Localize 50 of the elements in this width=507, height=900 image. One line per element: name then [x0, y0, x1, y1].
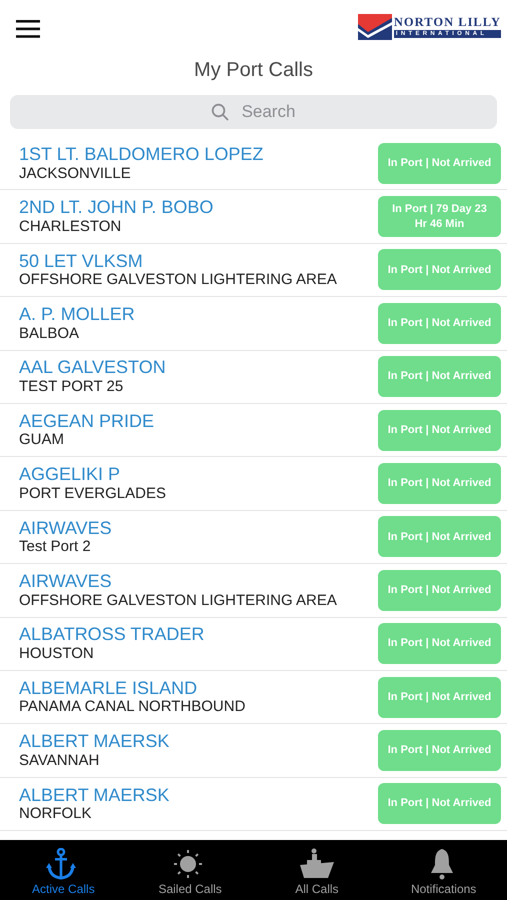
vessel-name[interactable]: ALBERT MAERSK — [19, 784, 170, 806]
status-badge: In Port | Not Arrived — [378, 142, 501, 184]
port-name: BALBOA — [19, 324, 80, 343]
status-badge: In Port | Not Arrived — [378, 516, 501, 558]
status-badge: In Port | Not Arrived — [378, 676, 501, 718]
vessel-name[interactable]: AIRWAVES — [19, 570, 337, 592]
port-name: PORT EVERGLADES — [19, 484, 166, 503]
vessel-name[interactable]: AGGELIKI P — [19, 464, 166, 485]
tab-button[interactable]: Notifications — [380, 840, 507, 900]
status-badge: In Port | Not Arrived — [378, 249, 501, 290]
tab-button[interactable]: Sailed Calls — [126, 840, 254, 900]
port-name: Test Port 2 — [19, 538, 92, 556]
status-badge: In Port | Not Arrived — [378, 302, 501, 344]
status-badge: In Port | Not Arrived — [378, 356, 501, 398]
status-badge: In Port | 79 Day 23 Hr 46 Min — [378, 196, 501, 238]
status-badge: In Port | Not Arrived — [378, 730, 501, 771]
vessel-name[interactable]: ALBERT MAERSK — [19, 731, 170, 752]
status-badge: In Port | Not Arrived — [378, 623, 501, 664]
tab-button[interactable]: Active Calls — [0, 840, 127, 900]
vessel-name[interactable]: AIRWAVES — [19, 518, 112, 538]
port-name: TEST PORT 25 — [19, 378, 124, 396]
logo-name: NORTON LILLY — [394, 16, 501, 30]
menu-button[interactable] — [16, 17, 40, 37]
vessel-name[interactable]: 50 LET VLKSM — [19, 250, 337, 272]
port-name: GUAM — [19, 431, 65, 450]
status-badge: In Port | Not Arrived — [378, 410, 501, 451]
tab-button[interactable]: All Calls — [254, 840, 380, 900]
logo-flag-icon — [358, 14, 392, 40]
port-name: NORFOLK — [19, 805, 93, 824]
ship-icon — [300, 848, 334, 880]
port-name: CHARLESTON — [19, 218, 122, 236]
status-badge: In Port | Not Arrived — [378, 463, 501, 504]
menu-icon — [16, 20, 40, 38]
search-field[interactable]: Search — [10, 95, 497, 129]
port-name: OFFSHORE GALVESTON LIGHTERING AREA — [19, 592, 337, 610]
vessel-name[interactable]: A. P. MOLLER — [19, 304, 135, 325]
vessel-name[interactable]: 2ND LT. JOHN P. BOBO — [19, 197, 214, 218]
vessel-name[interactable]: ALBEMARLE ISLAND — [19, 678, 246, 698]
port-name: OFFSHORE GALVESTON LIGHTERING AREA — [19, 271, 337, 290]
status-badge: In Port | Not Arrived — [378, 783, 501, 824]
port-name: JACKSONVILLE — [19, 164, 132, 183]
page-title: My Port Calls — [193, 58, 314, 83]
status-badge: In Port | Not Arrived — [378, 570, 501, 611]
vessel-name[interactable]: AAL GALVESTON — [19, 357, 166, 378]
vessel-name[interactable]: 1ST LT. BALDOMERO LOPEZ — [19, 144, 264, 165]
vessel-name[interactable]: ALBATROSS TRADER — [19, 624, 204, 646]
vessel-name[interactable]: AEGEAN PRIDE — [19, 410, 154, 432]
port-name: HOUSTON — [19, 645, 95, 664]
port-name: SAVANNAH — [19, 752, 100, 770]
port-name: PANAMA CANAL NORTHBOUND — [19, 698, 246, 716]
